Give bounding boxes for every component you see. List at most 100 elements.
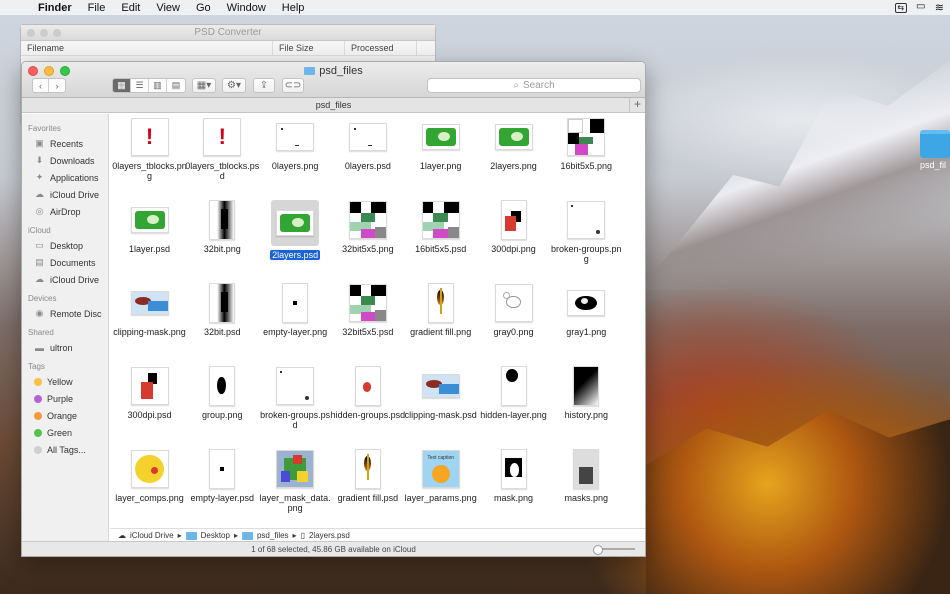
- file-item[interactable]: 1layer.psd: [112, 200, 187, 280]
- file-name-text: 32bit5x5.psd: [342, 327, 394, 337]
- group-button[interactable]: ▦▾: [192, 78, 216, 93]
- file-item[interactable]: gray1.png: [549, 283, 624, 363]
- sidebar-item-icloud-drive-2[interactable]: ☁ iCloud Drive: [22, 271, 108, 288]
- sidebar-item-recents[interactable]: ▣ Recents: [22, 135, 108, 152]
- sidebar-item-icloud-drive[interactable]: ☁ iCloud Drive: [22, 186, 108, 203]
- file-name-label: 0layers_tblocks.psd: [185, 161, 260, 181]
- minimize-button[interactable]: [40, 29, 48, 37]
- menu-view[interactable]: View: [148, 2, 188, 14]
- search-field[interactable]: ⌕ Search: [427, 78, 641, 93]
- sidebar-tag-0[interactable]: Yellow: [22, 373, 108, 390]
- forward-button[interactable]: ›: [49, 79, 65, 92]
- breadcrumb-psd-files[interactable]: psd_files: [257, 531, 289, 540]
- sidebar-tag-1[interactable]: Purple: [22, 390, 108, 407]
- zoom-button[interactable]: [53, 29, 61, 37]
- col-filesize[interactable]: File Size: [273, 41, 345, 55]
- file-item[interactable]: 0layers.psd: [330, 117, 405, 197]
- file-item[interactable]: hidden-groups.psd: [330, 366, 405, 446]
- file-item[interactable]: clipping-mask.psd: [403, 366, 478, 446]
- tab-title[interactable]: psd_files: [316, 100, 352, 110]
- file-thumbnail: [200, 366, 244, 406]
- file-item[interactable]: layer_mask_data.png: [258, 449, 333, 529]
- file-item[interactable]: group.png: [185, 366, 260, 446]
- file-item[interactable]: 300dpi.psd: [112, 366, 187, 446]
- file-item[interactable]: masks.png: [549, 449, 624, 529]
- sidebar-item-remote-disc[interactable]: ◉ Remote Disc: [22, 305, 108, 322]
- screen-share-icon[interactable]: ⇆: [894, 2, 907, 13]
- file-item[interactable]: 32bit5x5.psd: [330, 283, 405, 363]
- sidebar-tag-3[interactable]: Green: [22, 424, 108, 441]
- file-item[interactable]: 0layers.png: [258, 117, 333, 197]
- file-item[interactable]: broken-groups.psd: [258, 366, 333, 446]
- file-name-label: masks.png: [549, 493, 624, 503]
- file-thumbnail: [346, 449, 390, 489]
- icon-view-button[interactable]: ▦: [113, 79, 131, 92]
- file-item[interactable]: 2layers.png: [476, 117, 551, 197]
- sidebar-item-applications[interactable]: ✦ Applications: [22, 169, 108, 186]
- file-item[interactable]: 32bit.png: [185, 200, 260, 280]
- list-view-button[interactable]: ☰: [131, 79, 149, 92]
- airplay-icon[interactable]: ▭: [915, 1, 927, 13]
- column-view-button[interactable]: ▥: [149, 79, 167, 92]
- file-item[interactable]: 32bit.psd: [185, 283, 260, 363]
- sidebar-item-ultron[interactable]: ▬ ultron: [22, 339, 108, 356]
- menu-app[interactable]: Finder: [30, 2, 80, 14]
- file-name-text: broken-groups.png: [551, 244, 622, 264]
- folder-icon: [241, 531, 253, 540]
- menu-edit[interactable]: Edit: [113, 2, 148, 14]
- file-item[interactable]: Text caption layer_params.png: [403, 449, 478, 529]
- folder-icon: [185, 531, 197, 540]
- file-name-text: gradient fill.png: [410, 327, 472, 337]
- sidebar-item-airdrop[interactable]: ◎ AirDrop: [22, 203, 108, 220]
- sidebar-tag-4[interactable]: All Tags...: [22, 441, 108, 458]
- file-item[interactable]: mask.png: [476, 449, 551, 529]
- file-item[interactable]: empty-layer.png: [258, 283, 333, 363]
- file-item[interactable]: history.png: [549, 366, 624, 446]
- icon-size-slider[interactable]: [593, 545, 635, 555]
- file-item[interactable]: layer_comps.png: [112, 449, 187, 529]
- breadcrumb-icloud[interactable]: iCloud Drive: [130, 531, 174, 540]
- back-button[interactable]: ‹: [33, 79, 49, 92]
- col-processed[interactable]: Processed: [345, 41, 417, 55]
- menu-help[interactable]: Help: [274, 2, 313, 14]
- file-item[interactable]: clipping-mask.png: [112, 283, 187, 363]
- file-item[interactable]: 2layers.psd: [258, 200, 333, 280]
- breadcrumb-desktop[interactable]: Desktop: [201, 531, 230, 540]
- file-item[interactable]: gray0.png: [476, 283, 551, 363]
- col-filename[interactable]: Filename: [21, 41, 273, 55]
- file-item[interactable]: ! 0layers_tblocks.psd: [185, 117, 260, 197]
- file-name-text: 300dpi.psd: [127, 410, 172, 420]
- wifi-icon[interactable]: ≋: [935, 1, 944, 14]
- file-item[interactable]: gradient fill.png: [403, 283, 478, 363]
- sidebar-tag-2[interactable]: Orange: [22, 407, 108, 424]
- file-item[interactable]: gradient fill.psd: [330, 449, 405, 529]
- sidebar-item-documents[interactable]: ▤ Documents: [22, 254, 108, 271]
- gallery-view-button[interactable]: ▤: [167, 79, 185, 92]
- file-name-label: hidden-groups.psd: [330, 410, 406, 420]
- file-item[interactable]: 300dpi.png: [476, 200, 551, 280]
- file-thumbnail: [564, 200, 608, 240]
- sidebar-item-desktop[interactable]: ▭ Desktop: [22, 237, 108, 254]
- share-button[interactable]: ⇪: [253, 78, 275, 93]
- file-item[interactable]: 32bit5x5.png: [330, 200, 405, 280]
- sidebar-item-downloads[interactable]: ⬇ Downloads: [22, 152, 108, 169]
- breadcrumb-file[interactable]: 2layers.psd: [309, 531, 350, 540]
- menu-go[interactable]: Go: [188, 2, 219, 14]
- psd-converter-titlebar: PSD Converter: [21, 25, 435, 41]
- file-item[interactable]: broken-groups.png: [549, 200, 624, 280]
- file-item[interactable]: empty-layer.psd: [185, 449, 260, 529]
- tags-button[interactable]: ⊂⊃: [282, 78, 304, 93]
- new-tab-button[interactable]: +: [629, 98, 645, 112]
- menu-window[interactable]: Window: [219, 2, 274, 14]
- menu-file[interactable]: File: [80, 2, 114, 14]
- desktop-folder[interactable]: psd_fil: [920, 130, 950, 170]
- close-button[interactable]: [27, 29, 35, 37]
- file-name-text: broken-groups.psd: [260, 410, 331, 430]
- file-item[interactable]: 16bit5x5.psd: [403, 200, 478, 280]
- action-gear-button[interactable]: ⚙▾: [222, 78, 246, 93]
- file-item[interactable]: 16bit5x5.png: [549, 117, 624, 197]
- cloud-icon: ☁: [118, 531, 126, 540]
- file-item[interactable]: 1layer.png: [403, 117, 478, 197]
- file-item[interactable]: hidden-layer.png: [476, 366, 551, 446]
- file-item[interactable]: ! 0layers_tblocks.png: [112, 117, 187, 197]
